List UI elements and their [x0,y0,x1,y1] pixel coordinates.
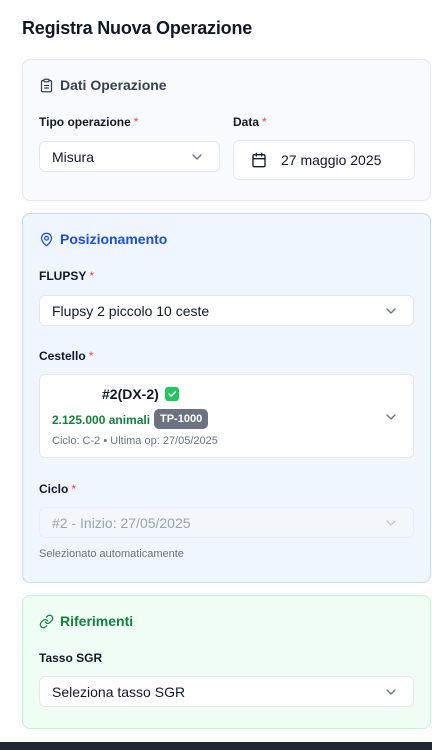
riferimenti-header: Riferimenti [39,613,133,629]
tipo-operazione-label: Tipo operazione * [39,115,138,129]
tipo-operazione-label-text: Tipo operazione [39,115,131,129]
data-picker-button[interactable]: 27 maggio 2025 [233,140,415,180]
flupsy-value: Flupsy 2 piccolo 10 ceste [52,302,210,319]
required-mark: * [262,115,267,129]
cestello-name: #2(DX-2) [102,386,159,402]
cestello-meta: Ciclo: C-2 • Ultima op: 27/05/2025 [52,435,218,447]
required-mark: * [71,482,77,496]
check-badge-icon [164,387,179,401]
map-pin-icon [40,232,53,246]
tasso-sgr-select[interactable]: Seleziona tasso SGR [39,676,414,707]
ciclo-label: Ciclo * [39,482,76,496]
data-value: 27 maggio 2025 [281,152,382,168]
riferimenti-section: Riferimenti Tasso SGR Seleziona tasso SG… [22,595,431,729]
ciclo-label-text: Ciclo [39,482,69,496]
chevron-down-icon [386,688,396,695]
chevron-down-icon [386,414,396,420]
dati-operazione-header: Dati Operazione [39,77,167,93]
ciclo-select: #2 - Inizio: 27/05/2025 [39,507,414,538]
tipo-operazione-value: Misura [52,148,95,165]
posizionamento-header: Posizionamento [39,231,167,247]
posizionamento-title: Posizionamento [60,231,168,247]
chevron-down-icon [192,153,202,160]
cestello-select[interactable]: #2(DX-2) 2.125.000 animali TP-1000 Ciclo… [39,374,414,458]
dialog-footer-edge [0,742,432,750]
dati-operazione-section: Dati Operazione Tipo operazione * Misura … [22,59,431,201]
data-label-text: Data [233,115,260,129]
tasso-sgr-label: Tasso SGR [39,651,103,665]
chevron-down-icon [386,307,396,314]
flupsy-select[interactable]: Flupsy 2 piccolo 10 ceste [39,295,414,326]
cestello-animals: 2.125.000 animali [52,413,151,427]
ciclo-hint: Selezionato automaticamente [39,548,184,560]
page-title: Registra Nuova Operazione [22,18,253,38]
tipo-operazione-select[interactable]: Misura [39,141,220,172]
data-label: Data * [233,115,267,129]
cestello-label: Cestello * [39,349,93,363]
size-badge: TP-1000 [154,409,209,429]
required-mark: * [89,269,95,283]
ciclo-value: #2 - Inizio: 27/05/2025 [52,514,191,531]
flupsy-label: FLUPSY * [39,269,94,283]
calendar-icon [252,152,266,168]
flupsy-label-text: FLUPSY [39,269,87,283]
required-mark: * [88,349,94,363]
clipboard-icon [40,78,53,92]
link-icon [39,614,54,628]
cestello-label-text: Cestello [39,349,86,363]
tasso-sgr-placeholder: Seleziona tasso SGR [52,683,186,700]
dati-operazione-title: Dati Operazione [60,77,167,93]
posizionamento-section: Posizionamento FLUPSY * Flupsy 2 piccolo … [22,213,431,583]
riferimenti-title: Riferimenti [60,613,134,629]
required-mark: * [133,115,139,129]
chevron-down-icon [386,519,396,526]
cestello-title: #2(DX-2) [102,386,179,402]
